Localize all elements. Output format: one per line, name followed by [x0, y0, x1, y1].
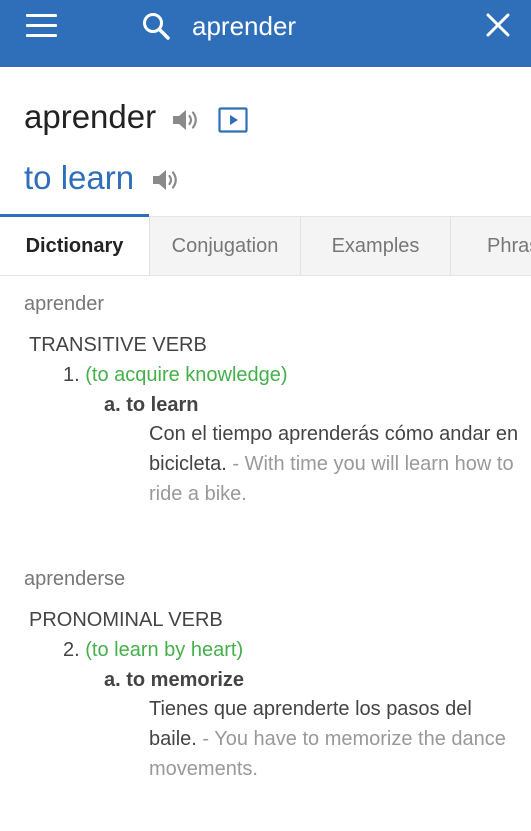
example-english: - You have to memorize the dance movemen… [149, 728, 506, 780]
menu-icon[interactable] [26, 13, 58, 37]
active-tab-indicator [0, 214, 149, 217]
search-icon[interactable] [141, 11, 171, 41]
app-bar [0, 0, 531, 67]
part-of-speech: PRONOMINAL VERB [29, 609, 223, 631]
sense: 1. (to acquire knowledge) [63, 364, 288, 387]
sense-gloss: (to learn by heart) [85, 639, 244, 661]
sense-number: 2. [63, 639, 80, 661]
speaker-icon[interactable] [170, 105, 200, 135]
sense-translation: a. to learn [104, 394, 199, 416]
headword: aprender [24, 98, 157, 135]
example: Con el tiempo aprenderás cómo andar en b… [149, 419, 519, 509]
close-icon[interactable] [484, 11, 512, 39]
tab-phrases[interactable]: Phrases [450, 217, 531, 275]
sense-translation: a. to memorize [104, 669, 245, 691]
sense: 2. (to learn by heart) [63, 639, 243, 662]
tab-conjugation[interactable]: Conjugation [149, 217, 300, 275]
entry-word: aprender [24, 293, 105, 315]
tab-bar: Dictionary Conjugation Examples Phrases [0, 216, 531, 276]
entry-word: aprenderse [24, 568, 126, 590]
part-of-speech: TRANSITIVE VERB [29, 334, 207, 356]
speaker-icon[interactable] [150, 165, 180, 195]
sense-gloss: (to acquire knowledge) [85, 364, 288, 386]
sense-number: 1. [63, 364, 80, 386]
example: Tienes que aprenderte los pasos del bail… [149, 694, 519, 784]
search-input[interactable] [192, 8, 472, 44]
tab-dictionary[interactable]: Dictionary [0, 217, 149, 275]
headword-translation: to learn [24, 159, 135, 196]
video-icon[interactable] [218, 107, 248, 133]
tab-examples[interactable]: Examples [300, 217, 450, 275]
